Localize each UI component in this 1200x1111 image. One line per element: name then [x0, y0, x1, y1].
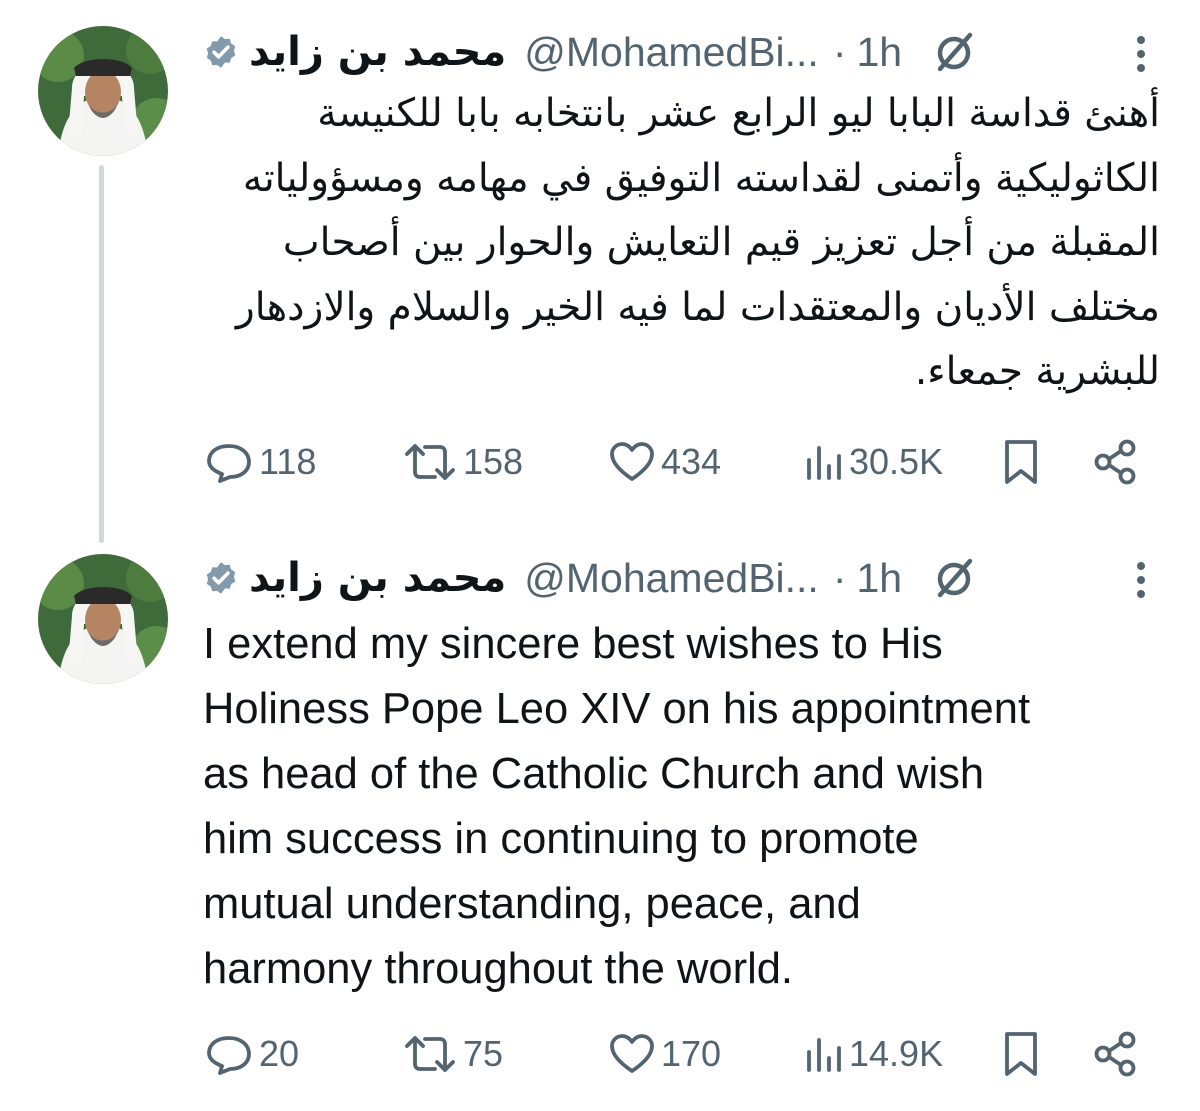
tweet-actions: 118 158 434 30.5K: [203, 432, 1163, 492]
repost-icon: [405, 1036, 455, 1072]
tweet-header: محمد بن زايد @MohamedBi... · 1h: [203, 22, 1163, 82]
bookmark-button[interactable]: [999, 1024, 1043, 1084]
user-handle[interactable]: @MohamedBi...: [524, 29, 819, 76]
reply-icon: [207, 444, 251, 483]
repost-icon: [405, 444, 455, 480]
views-button[interactable]: 14.9K: [801, 1024, 943, 1084]
separator-dot: ·: [832, 554, 847, 601]
repost-count: 158: [463, 441, 524, 482]
share-button[interactable]: [1091, 432, 1139, 492]
like-count: 170: [661, 1033, 722, 1074]
tweet-text: أهنئ قداسة البابا ليو الرابع عشر بانتخاب…: [235, 91, 1160, 394]
heart-icon: [610, 442, 654, 481]
reply-button[interactable]: 20: [203, 1024, 299, 1084]
more-vertical-icon[interactable]: [1134, 560, 1148, 600]
more-vertical-icon[interactable]: [1134, 34, 1148, 74]
reply-count: 118: [259, 441, 317, 482]
reply-count: 20: [259, 1033, 300, 1074]
like-button[interactable]: 434: [607, 432, 721, 492]
bookmark-icon: [1005, 1032, 1037, 1076]
tweet-english[interactable]: محمد بن زايد @MohamedBi... · 1h I extend…: [0, 540, 1200, 1111]
like-button[interactable]: 170: [607, 1024, 721, 1084]
share-button[interactable]: [1091, 1024, 1139, 1084]
reply-button[interactable]: 118: [203, 432, 316, 492]
tweet-header: محمد بن زايد @MohamedBi... · 1h: [203, 548, 1163, 608]
repost-button[interactable]: 75: [401, 1024, 503, 1084]
share-icon: [1094, 1031, 1136, 1077]
tweet-arabic[interactable]: محمد بن زايد @MohamedBi... · 1h أهنئ قدا…: [0, 0, 1200, 540]
share-icon: [1094, 439, 1136, 485]
avatar-photo-icon: [38, 554, 168, 684]
views-bar-chart-icon: [807, 1038, 841, 1072]
avatar[interactable]: [38, 554, 168, 684]
grok-icon[interactable]: [930, 28, 978, 76]
views-count: 30.5K: [849, 441, 944, 482]
verified-badge-icon: [206, 36, 236, 68]
repost-count: 75: [463, 1033, 504, 1074]
views-button[interactable]: 30.5K: [801, 432, 943, 492]
verified-badge-icon: [206, 562, 236, 594]
views-count: 14.9K: [849, 1033, 944, 1074]
avatar-photo-icon: [38, 26, 168, 156]
timestamp[interactable]: 1h: [856, 555, 902, 602]
display-name[interactable]: محمد بن زايد: [249, 555, 506, 601]
tweet-text: I extend my sincere best wishes to His H…: [203, 620, 1031, 993]
display-name[interactable]: محمد بن زايد: [249, 29, 506, 75]
repost-button[interactable]: 158: [401, 432, 523, 492]
grok-icon[interactable]: [930, 554, 978, 602]
like-count: 434: [661, 441, 722, 482]
reply-icon: [207, 1036, 251, 1075]
timestamp[interactable]: 1h: [856, 29, 902, 76]
views-bar-chart-icon: [807, 446, 841, 480]
heart-icon: [610, 1034, 654, 1073]
user-handle[interactable]: @MohamedBi...: [524, 555, 819, 602]
bookmark-icon: [1005, 440, 1037, 484]
avatar[interactable]: [38, 26, 168, 156]
separator-dot: ·: [832, 28, 847, 75]
bookmark-button[interactable]: [999, 432, 1043, 492]
tweet-actions: 20 75 170 14.9K: [203, 1024, 1163, 1084]
